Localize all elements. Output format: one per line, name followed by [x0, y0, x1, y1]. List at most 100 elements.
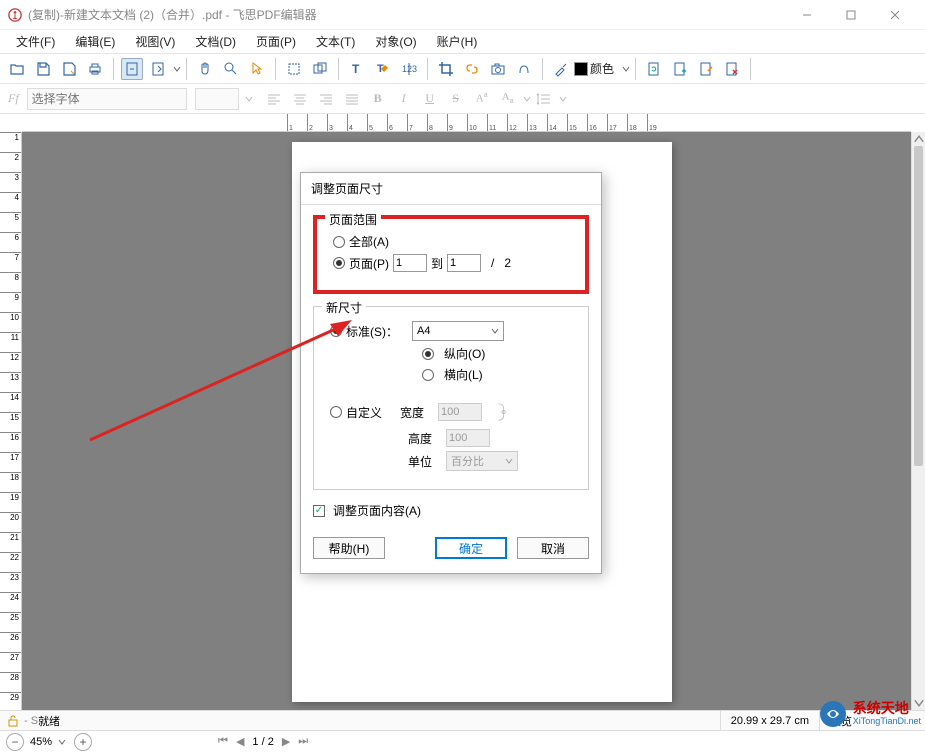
label-height: 高度: [408, 430, 442, 447]
ok-button[interactable]: 确定: [435, 537, 507, 559]
ruler-horizontal: 12345678910111213141516171819: [22, 114, 911, 132]
object-select-icon[interactable]: [309, 58, 331, 80]
label-adjust-content: 调整页面内容(A): [333, 502, 421, 519]
align-left-icon[interactable]: [263, 88, 285, 110]
menu-document[interactable]: 文档(D): [185, 30, 246, 53]
cancel-button[interactable]: 取消: [517, 537, 589, 559]
subscript-icon[interactable]: Aa: [497, 88, 519, 110]
paper-size-select[interactable]: A4: [412, 321, 504, 341]
close-button[interactable]: [873, 1, 917, 29]
status-prefix: - S: [24, 715, 38, 727]
resize-page-dialog: 调整页面尺寸 页面范围 全部(A) 页面(P) 到 / 2 新尺寸 标准(S)：: [300, 172, 602, 574]
scrollbar-vertical[interactable]: [911, 132, 925, 710]
menu-file[interactable]: 文件(F): [6, 30, 65, 53]
zoom-out-button[interactable]: −: [6, 733, 24, 751]
font-family-input[interactable]: [27, 88, 187, 110]
prev-page-button[interactable]: ◀: [236, 735, 244, 748]
pointer-icon[interactable]: [246, 58, 268, 80]
width-input[interactable]: [438, 403, 482, 421]
label-slash: /: [491, 256, 494, 270]
ruler-vertical: 1234567891011121314151617181920212223242…: [0, 132, 22, 710]
text-cursor-icon[interactable]: 123: [398, 58, 420, 80]
unit-select[interactable]: 百分比: [446, 451, 518, 471]
page-from-input[interactable]: [393, 254, 427, 272]
radio-custom-size[interactable]: [330, 406, 342, 418]
menu-object[interactable]: 对象(O): [365, 30, 426, 53]
first-page-button[interactable]: ⏮: [218, 735, 228, 748]
select-rect-icon[interactable]: [283, 58, 305, 80]
eyedropper-icon[interactable]: [550, 58, 572, 80]
maximize-button[interactable]: [829, 1, 873, 29]
align-right-icon[interactable]: [315, 88, 337, 110]
page-to-input[interactable]: [447, 254, 481, 272]
save-as-icon[interactable]: [58, 58, 80, 80]
color-label: 颜色: [590, 60, 614, 77]
print-icon[interactable]: [84, 58, 106, 80]
page-mode-icon[interactable]: [147, 58, 169, 80]
height-input[interactable]: [446, 429, 490, 447]
scroll-up-icon[interactable]: [912, 132, 925, 146]
save-icon[interactable]: [32, 58, 54, 80]
color-swatch[interactable]: [574, 62, 588, 76]
main-toolbar: T T 123 颜色: [0, 54, 925, 84]
statusbar: - S 就绪 20.99 x 29.7 cm 预览: [0, 710, 925, 730]
bold-icon[interactable]: B: [367, 88, 389, 110]
chevron-down-icon[interactable]: [245, 95, 253, 103]
radio-standard-size[interactable]: [330, 325, 342, 337]
chevron-down-icon[interactable]: [173, 65, 181, 73]
crop-icon[interactable]: [435, 58, 457, 80]
align-center-icon[interactable]: [289, 88, 311, 110]
link-icon[interactable]: [461, 58, 483, 80]
radio-landscape[interactable]: [422, 369, 434, 381]
line-spacing-icon[interactable]: [533, 88, 555, 110]
font-prefix-icon: Ff: [8, 91, 19, 106]
page-indicator: 1 / 2: [252, 736, 273, 748]
doc-refresh-icon[interactable]: [643, 58, 665, 80]
status-dimensions: 20.99 x 29.7 cm: [720, 711, 819, 730]
shape-icon[interactable]: [513, 58, 535, 80]
chevron-down-icon[interactable]: [622, 65, 630, 73]
menu-account[interactable]: 账户(H): [427, 30, 488, 53]
camera-icon[interactable]: [487, 58, 509, 80]
chevron-down-icon[interactable]: [559, 95, 567, 103]
help-button[interactable]: 帮助(H): [313, 537, 385, 559]
text-edit-icon[interactable]: T: [372, 58, 394, 80]
doc-export-icon[interactable]: [695, 58, 717, 80]
underline-icon[interactable]: U: [419, 88, 441, 110]
select-mode-icon[interactable]: [121, 58, 143, 80]
zoom-icon[interactable]: [220, 58, 242, 80]
label-custom: 自定义: [346, 404, 396, 421]
hand-icon[interactable]: [194, 58, 216, 80]
italic-icon[interactable]: I: [393, 88, 415, 110]
dialog-title: 调整页面尺寸: [301, 173, 601, 205]
menu-view[interactable]: 视图(V): [125, 30, 185, 53]
label-total-pages: 2: [504, 256, 511, 270]
window-title: (复制)-新建文本文档 (2)（合并）.pdf - 飞思PDF编辑器: [28, 6, 785, 23]
checkbox-adjust-content[interactable]: [313, 505, 325, 517]
radio-portrait[interactable]: [422, 348, 434, 360]
chevron-down-icon[interactable]: [58, 738, 66, 746]
new-size-fieldset: 新尺寸 标准(S)： A4 纵向(O) 横向(L) 自定义: [313, 306, 589, 490]
zoom-in-button[interactable]: +: [74, 733, 92, 751]
menu-text[interactable]: 文本(T): [306, 30, 365, 53]
link-dimensions-icon[interactable]: [494, 399, 510, 425]
menu-edit[interactable]: 编辑(E): [65, 30, 125, 53]
font-size-input[interactable]: [195, 88, 239, 110]
doc-remove-icon[interactable]: [721, 58, 743, 80]
text-icon[interactable]: T: [346, 58, 368, 80]
radio-page-range[interactable]: [333, 257, 345, 269]
lock-icon: [6, 714, 20, 728]
superscript-icon[interactable]: Aa: [471, 88, 493, 110]
last-page-button[interactable]: ⏭: [298, 735, 308, 748]
minimize-button[interactable]: [785, 1, 829, 29]
strikethrough-icon[interactable]: S: [445, 88, 467, 110]
watermark-logo-icon: [819, 700, 847, 728]
menu-page[interactable]: 页面(P): [246, 30, 306, 53]
align-justify-icon[interactable]: [341, 88, 363, 110]
scrollbar-thumb[interactable]: [914, 146, 923, 466]
open-icon[interactable]: [6, 58, 28, 80]
doc-add-icon[interactable]: [669, 58, 691, 80]
next-page-button[interactable]: ▶: [282, 735, 290, 748]
chevron-down-icon[interactable]: [523, 95, 531, 103]
radio-all-pages[interactable]: [333, 236, 345, 248]
